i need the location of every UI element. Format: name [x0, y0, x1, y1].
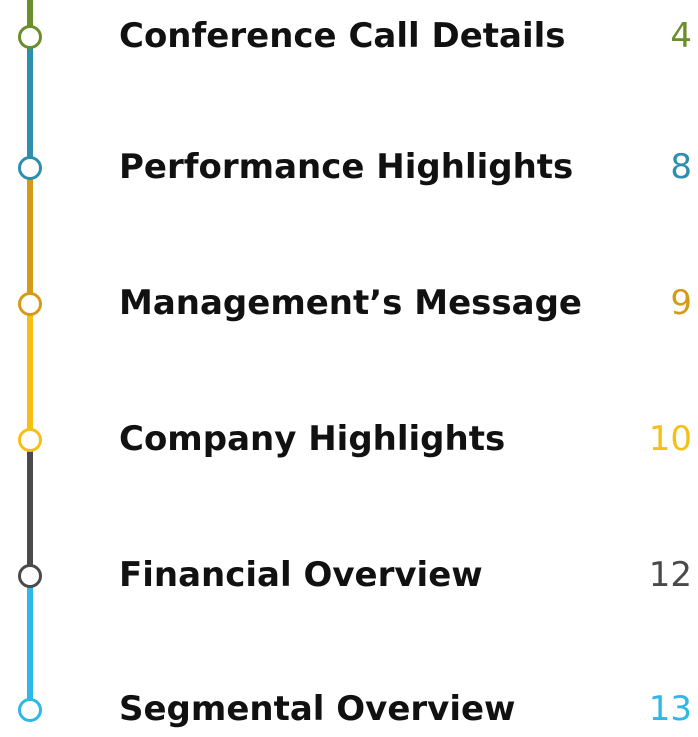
toc-entry-title: Performance Highlights: [119, 147, 574, 187]
toc-entry-page: 13: [648, 689, 692, 729]
toc-entry-page: 8: [670, 147, 692, 187]
toc-entry-title: Conference Call Details: [119, 16, 566, 56]
toc-entry-title: Segmental Overview: [119, 689, 516, 729]
toc-entry-title: Management’s Message: [119, 283, 582, 323]
toc-entry-page: 4: [670, 16, 692, 56]
toc-entry[interactable]: Segmental Overview 13: [0, 681, 698, 737]
toc-entry-title: Company Highlights: [119, 419, 506, 459]
toc-entry-page: 9: [670, 283, 692, 323]
table-of-contents: Conference Call Details 4 Performance Hi…: [0, 0, 698, 733]
toc-entry[interactable]: Company Highlights 10: [0, 411, 698, 467]
toc-entry[interactable]: Performance Highlights 8: [0, 139, 698, 195]
toc-entry[interactable]: Financial Overview 12: [0, 547, 698, 603]
toc-entry[interactable]: Management’s Message 9: [0, 275, 698, 331]
toc-entry-page: 12: [648, 555, 692, 595]
toc-entry-title: Financial Overview: [119, 555, 483, 595]
toc-entry[interactable]: Conference Call Details 4: [0, 8, 698, 64]
toc-entry-page: 10: [648, 419, 692, 459]
